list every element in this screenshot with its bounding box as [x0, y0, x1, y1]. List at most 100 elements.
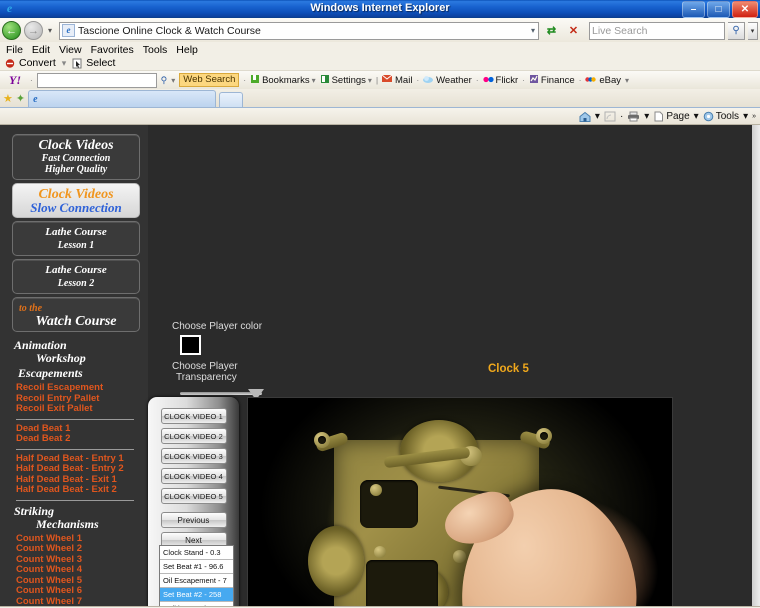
back-arrow-icon[interactable]: ← — [2, 21, 21, 40]
yahoo-flickr-button[interactable]: Flickr — [482, 75, 518, 86]
sidebar-button-clock-videos-fast[interactable]: Clock Videos Fast Connection Higher Qual… — [12, 134, 140, 180]
sidebar-button-lathe-lesson-2[interactable]: Lathe Course Lesson 2 — [12, 259, 140, 294]
mount-hole-left — [318, 436, 326, 444]
yahoo-toolbar: Y! · ⚲ ▾ Web Search · Bookmarks ▾ Setting… — [0, 70, 760, 89]
heading-striking: Striking — [14, 503, 55, 518]
link-count-wheel-7[interactable]: Count Wheel 7 — [0, 596, 148, 606]
clock-video-1-button[interactable]: CLOCK VIDEO 1 — [160, 408, 227, 424]
yahoo-bookmarks-button[interactable]: Bookmarks ▾ — [250, 74, 316, 87]
title-bar: e Windows Internet Explorer – □ ✕ — [0, 0, 760, 18]
close-button[interactable]: ✕ — [732, 1, 758, 18]
link-half-dead-beat-exit-2[interactable]: Half Dead Beat - Exit 2 — [0, 484, 148, 496]
forward-arrow-icon[interactable]: → — [24, 21, 43, 40]
clock-video-2-button[interactable]: CLOCK VIDEO 2 — [160, 428, 227, 444]
home-icon[interactable] — [579, 111, 591, 122]
command-bar: ▾ · ▾ Page ▾ Tools ▾ » — [0, 108, 760, 125]
link-recoil-escapement[interactable]: Recoil Escapement — [0, 382, 148, 394]
yahoo-weather-button[interactable]: Weather — [423, 74, 472, 86]
clock-video-5-button[interactable]: CLOCK VIDEO 5 — [160, 488, 227, 504]
menu-item-file[interactable]: File — [6, 44, 23, 56]
heading-mechanisms: Mechanisms — [36, 516, 99, 531]
player-color-swatch[interactable] — [180, 335, 201, 355]
minimize-button[interactable]: – — [682, 1, 705, 18]
yahoo-mail-button[interactable]: Mail — [381, 74, 412, 86]
sidebar-button-watch-course[interactable]: to the Watch Course — [12, 297, 140, 332]
favorites-star-icon[interactable]: ★ — [3, 92, 13, 107]
print-icon[interactable] — [627, 111, 640, 122]
overflow-chevron-icon[interactable]: » — [752, 113, 756, 120]
search-dropdown-icon[interactable]: ▾ — [748, 21, 758, 40]
transparency-label-line-1: Choose Player — [172, 361, 238, 372]
yahoo-logo-icon[interactable]: Y! — [4, 73, 26, 87]
link-recoil-exit-pallet[interactable]: Recoil Exit Pallet — [0, 403, 148, 415]
list-item[interactable]: Oil Escapement - 7 — [160, 574, 233, 588]
chevron-down-icon[interactable]: ▾ — [531, 26, 536, 35]
address-value: Tascione Online Clock & Watch Course — [78, 24, 261, 37]
maximize-button[interactable]: □ — [707, 1, 730, 18]
clock-video-4-button[interactable]: CLOCK VIDEO 4 — [160, 468, 227, 484]
chevron-down-icon[interactable]: ▾ — [644, 111, 649, 122]
mount-hole-right — [540, 432, 548, 440]
previous-button[interactable]: Previous — [160, 512, 227, 528]
button-line-2: Lesson 2 — [57, 278, 95, 289]
chevron-down-icon[interactable]: ▾ — [171, 76, 175, 85]
yahoo-settings-button[interactable]: Settings ▾ — [320, 74, 372, 87]
divider — [16, 499, 134, 501]
search-input[interactable]: Live Search — [589, 21, 725, 40]
yahoo-search-input[interactable] — [36, 72, 157, 88]
stop-icon[interactable]: ✕ — [564, 22, 583, 40]
toolbar-separator: ▾ — [625, 75, 630, 85]
new-tab-button[interactable] — [219, 92, 244, 107]
add-favorites-icon[interactable]: ✦ — [16, 92, 25, 107]
sidebar-button-clock-videos-slow[interactable]: Clock Videos Slow Connection — [12, 183, 140, 218]
clock-video-3-button[interactable]: CLOCK VIDEO 3 — [160, 448, 227, 464]
playlist[interactable]: Clock Stand - 0.3 Set Beat #1 - 96.6 Oil… — [159, 545, 234, 606]
menu-item-help[interactable]: Help — [176, 44, 198, 56]
feeds-icon[interactable] — [604, 111, 616, 122]
list-item[interactable]: Set Beat #1 - 96.6 — [160, 560, 233, 574]
search-icon[interactable]: ⚲ — [161, 75, 168, 86]
list-item[interactable]: Clock Stand - 0.3 — [160, 546, 233, 560]
chevron-down-icon[interactable]: ▾ — [595, 111, 600, 122]
chevron-down-icon[interactable]: ▾ — [694, 111, 699, 122]
link-count-wheel-4[interactable]: Count Wheel 4 — [0, 564, 148, 576]
menu-item-tools[interactable]: Tools — [143, 44, 168, 56]
address-bar[interactable]: e Tascione Online Clock & Watch Course ▾ — [59, 21, 539, 40]
link-half-dead-beat-entry-2[interactable]: Half Dead Beat - Entry 2 — [0, 463, 148, 475]
sidebar-button-lathe-lesson-1[interactable]: Lathe Course Lesson 1 — [12, 221, 140, 256]
menu-item-favorites[interactable]: Favorites — [91, 44, 134, 56]
course-sidebar: Clock Videos Fast Connection Higher Qual… — [0, 125, 148, 606]
browser-tab[interactable]: e — [28, 90, 217, 107]
select-button[interactable]: Select — [72, 57, 115, 69]
tools-menu-button[interactable]: Tools — [703, 111, 739, 122]
convert-button[interactable]: Convert — [5, 57, 56, 69]
yahoo-ebay-label: eBay — [599, 74, 622, 86]
player-options: Choose Player color Choose Player Transp… — [172, 321, 264, 400]
search-icon[interactable]: ⚲ — [728, 21, 745, 40]
link-count-wheel-2[interactable]: Count Wheel 2 — [0, 543, 148, 555]
video-module: Choose Player color Choose Player Transp… — [148, 125, 752, 606]
yahoo-finance-button[interactable]: Finance — [529, 74, 575, 87]
button-line-2: Lesson 1 — [57, 240, 95, 251]
link-count-wheel-6[interactable]: Count Wheel 6 — [0, 585, 148, 597]
refresh-icon[interactable]: ⇄ — [542, 22, 561, 40]
chevron-down-icon[interactable]: ▾ — [743, 111, 748, 122]
player-control-panel: CLOCK VIDEO 1 CLOCK VIDEO 2 CLOCK VIDEO … — [148, 397, 239, 606]
divider — [16, 418, 134, 420]
history-dropdown-icon[interactable]: ▾ — [46, 26, 54, 35]
link-dead-beat-2[interactable]: Dead Beat 2 — [0, 433, 148, 445]
yahoo-bookmarks-label: Bookmarks — [262, 74, 310, 86]
web-search-button[interactable]: Web Search — [179, 73, 240, 87]
tools-menu-label: Tools — [715, 110, 740, 122]
page-menu-button[interactable]: Page — [653, 111, 690, 122]
button-line-1: Clock Videos — [38, 138, 114, 153]
list-item[interactable]: Striking Mech Intro — [160, 602, 233, 606]
select-label: Select — [86, 57, 116, 69]
page-scrollbar[interactable] — [752, 125, 760, 606]
menu-item-edit[interactable]: Edit — [32, 44, 50, 56]
video-frame[interactable] — [248, 398, 672, 606]
menu-item-view[interactable]: View — [59, 44, 82, 56]
list-item-selected[interactable]: Set Beat #2 - 258 — [160, 588, 233, 602]
yahoo-ebay-button[interactable]: eBay — [585, 75, 621, 86]
escape-wheel — [308, 526, 364, 596]
